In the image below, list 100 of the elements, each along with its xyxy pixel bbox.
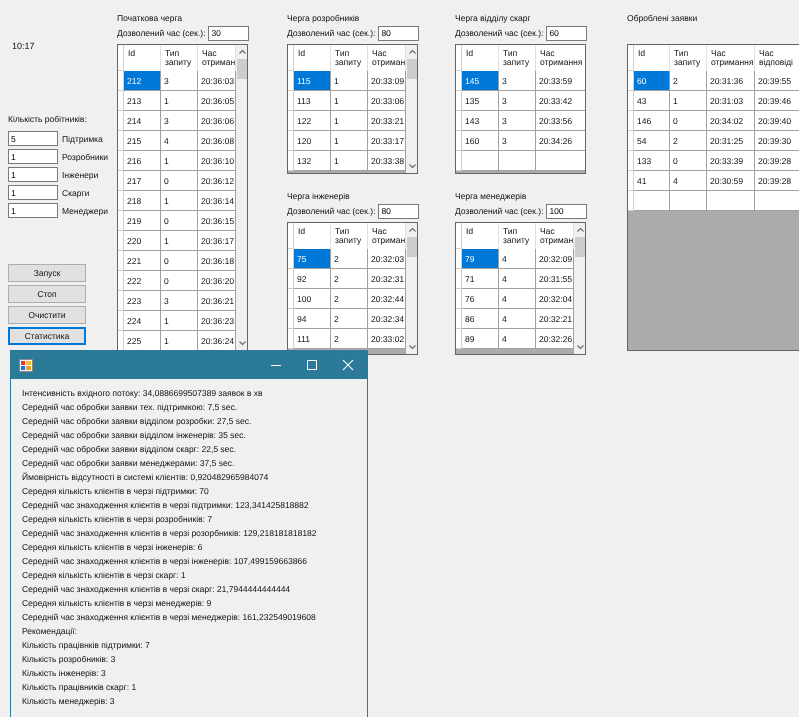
table-cell[interactable]: 0	[670, 111, 707, 131]
scrollbar[interactable]	[406, 223, 417, 354]
table-cell[interactable]: 20:36:12	[198, 171, 236, 191]
row-header[interactable]	[456, 329, 462, 349]
table-cell[interactable]: 20:39:55	[755, 71, 799, 91]
table-cell[interactable]: 2	[331, 249, 368, 269]
table-cell[interactable]: 132	[294, 151, 331, 171]
table-cell[interactable]: 3	[499, 71, 536, 91]
table-cell[interactable]: 20:39:46	[755, 91, 799, 111]
row-header[interactable]	[118, 251, 124, 271]
row-header[interactable]	[456, 151, 462, 171]
row-header[interactable]	[118, 111, 124, 131]
row-header[interactable]	[288, 309, 294, 329]
table-cell[interactable]: 20:30:59	[707, 171, 755, 191]
table-cell[interactable]: 113	[294, 91, 331, 111]
table-cell[interactable]: 2	[670, 71, 707, 91]
table-cell[interactable]: 20:32:26	[536, 329, 574, 349]
table-cell[interactable]: 20:33:39	[707, 151, 755, 171]
time-limit-field[interactable]: 80	[378, 26, 420, 40]
row-header[interactable]	[118, 131, 124, 151]
table-cell[interactable]: 20:33:02	[368, 329, 406, 349]
row-header[interactable]	[288, 111, 294, 131]
table-cell[interactable]: 0	[161, 171, 198, 191]
table-cell[interactable]: 100	[294, 289, 331, 309]
table-cell[interactable]: 1	[161, 151, 198, 171]
table-cell[interactable]: 41	[634, 171, 670, 191]
data-grid[interactable]: Id Тип запиту Час отриман 115 1 20:33:09 113 1 20:33:06 122 1 20:33:21 120 1 20:33:17 132 1 20:33:38	[287, 44, 418, 174]
row-header[interactable]	[628, 171, 634, 191]
table-cell[interactable]: 1	[331, 151, 368, 171]
row-header[interactable]	[628, 71, 634, 91]
table-cell[interactable]: 4	[670, 171, 707, 191]
row-header[interactable]	[118, 191, 124, 211]
table-cell[interactable]: 60	[634, 71, 670, 91]
table-cell[interactable]: 0	[670, 151, 707, 171]
table-cell[interactable]: 219	[124, 211, 161, 231]
table-cell[interactable]: 20:32:03	[368, 249, 406, 269]
table-cell[interactable]: 4	[499, 249, 536, 269]
table-cell[interactable]: 20:36:23	[198, 311, 236, 331]
table-cell[interactable]: 218	[124, 191, 161, 211]
row-header[interactable]	[456, 111, 462, 131]
table-cell[interactable]: 20:36:06	[198, 111, 236, 131]
table-cell[interactable]: 20:39:28	[755, 171, 799, 191]
row-header[interactable]	[628, 131, 634, 151]
table-cell[interactable]: 75	[294, 249, 331, 269]
table-cell[interactable]: 217	[124, 171, 161, 191]
scrollbar[interactable]	[236, 45, 247, 350]
table-cell[interactable]: 1	[161, 91, 198, 111]
table-cell[interactable]: 20:32:04	[536, 289, 574, 309]
row-header[interactable]	[118, 291, 124, 311]
row-header[interactable]	[288, 329, 294, 349]
action-button[interactable]: Статистика	[8, 327, 86, 345]
scroll-thumb[interactable]	[407, 237, 417, 257]
row-header[interactable]	[288, 131, 294, 151]
row-header[interactable]	[288, 91, 294, 111]
row-header[interactable]	[118, 271, 124, 291]
table-cell[interactable]: 94	[294, 309, 331, 329]
table-cell[interactable]: 20:31:36	[707, 71, 755, 91]
table-cell[interactable]: 160	[462, 131, 499, 151]
row-header[interactable]	[456, 131, 462, 151]
scroll-thumb[interactable]	[237, 59, 247, 79]
table-cell[interactable]: 0	[161, 251, 198, 271]
table-cell[interactable]: 1	[161, 231, 198, 251]
table-cell[interactable]: 3	[161, 71, 198, 91]
table-cell[interactable]: 212	[124, 71, 161, 91]
table-cell[interactable]: 20:36:05	[198, 91, 236, 111]
table-cell[interactable]: 111	[294, 329, 331, 349]
table-cell[interactable]: 3	[499, 131, 536, 151]
row-header[interactable]	[118, 331, 124, 350]
table-cell[interactable]: 0	[161, 211, 198, 231]
table-cell[interactable]: 1	[161, 311, 198, 331]
table-cell[interactable]: 2	[670, 131, 707, 151]
table-cell[interactable]: 4	[499, 309, 536, 329]
row-header[interactable]	[456, 71, 462, 91]
table-cell[interactable]: 20:36:14	[198, 191, 236, 211]
table-cell[interactable]: 213	[124, 91, 161, 111]
table-cell[interactable]: 20:32:31	[368, 269, 406, 289]
table-cell[interactable]: 4	[161, 131, 198, 151]
row-header[interactable]	[288, 151, 294, 171]
row-header[interactable]	[628, 151, 634, 171]
table-cell[interactable]: 1	[670, 91, 707, 111]
table-cell[interactable]: 0	[161, 271, 198, 291]
table-cell[interactable]: 20:39:30	[755, 131, 799, 151]
table-cell[interactable]: 20:32:21	[536, 309, 574, 329]
row-header[interactable]	[628, 91, 634, 111]
action-button[interactable]: Стоп	[8, 285, 86, 303]
data-grid[interactable]: Id Тип запиту Час отримання Час відповіді 60 2 20:31:36 20:39:55 43 1 20:31:03 20:39:46 146 0 20:34:02 20:39:40 54 2 20:31:25 20:39:30 133 0 20:33:39 20:39:28 41 4 20:30:59 20:39:28	[627, 44, 799, 351]
table-cell[interactable]: 3	[161, 291, 198, 311]
table-cell[interactable]: 20:33:42	[536, 91, 585, 111]
table-cell[interactable]: 3	[161, 111, 198, 131]
scrollbar[interactable]	[574, 223, 585, 354]
table-cell[interactable]: 1	[161, 331, 198, 350]
table-cell[interactable]: 20:36:21	[198, 291, 236, 311]
data-grid[interactable]: Id Тип запиту Час отриман 79 4 20:32:09 71 4 20:31:55 76 4 20:32:04 86 4 20:32:21 89 4 20:32:26	[455, 222, 586, 355]
action-button[interactable]: Очистити	[8, 306, 86, 324]
new-row[interactable]	[628, 191, 799, 211]
table-cell[interactable]: 1	[161, 191, 198, 211]
table-cell[interactable]: 2	[331, 269, 368, 289]
table-cell[interactable]: 223	[124, 291, 161, 311]
table-cell[interactable]: 220	[124, 231, 161, 251]
table-cell[interactable]: 92	[294, 269, 331, 289]
